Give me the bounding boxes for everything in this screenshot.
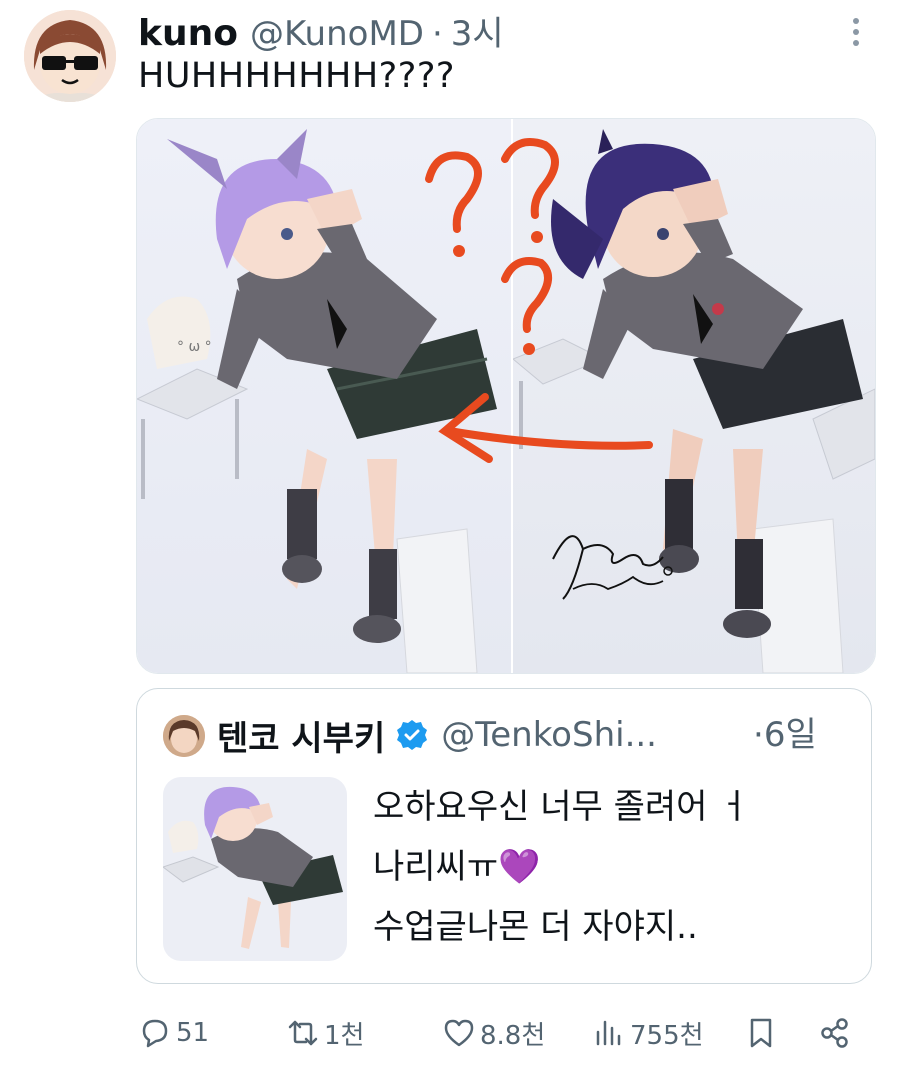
tweet-media[interactable]: ° ω ° — [136, 118, 876, 674]
quoted-tweet-header: 텐코 시부키 @TenkoShi... — [217, 711, 657, 759]
quoted-separator-dot: · — [753, 715, 764, 755]
quoted-text-line-1: 오하요우신 너무 졸려어 ㅓ — [373, 787, 750, 827]
quoted-text-line-2-text: 나리씨ㅠ — [373, 847, 499, 887]
reply-count: 51 — [176, 1018, 210, 1048]
views-button[interactable]: 755천 — [592, 1008, 704, 1058]
verified-badge-icon — [397, 720, 428, 750]
quoted-time-value: 6일 — [763, 715, 817, 755]
reply-button[interactable]: 51 — [138, 1008, 209, 1058]
media-image-right[interactable] — [513, 119, 875, 673]
quoted-handle[interactable]: @TenkoShi... — [441, 715, 657, 755]
quoted-display-name[interactable]: 텐코 시부키 — [217, 711, 385, 760]
share-icon — [821, 1018, 848, 1048]
author-display-name[interactable]: kuno — [138, 13, 238, 54]
share-button[interactable] — [818, 1008, 852, 1058]
anime-girl-illustration-right — [513, 119, 875, 673]
tweet-timestamp[interactable]: 3시 — [451, 6, 504, 55]
retweet-icon — [288, 1020, 318, 1046]
author-handle[interactable]: @KunoMD — [250, 14, 424, 54]
quoted-text-line-3: 수업긑나몬 더 자야지.. — [373, 907, 698, 947]
quoted-tweet[interactable]: 텐코 시부키 @TenkoShi... ·6일 오하요우신 너무 졸려어 ㅓ 나… — [136, 688, 872, 984]
more-vertical-icon[interactable] — [838, 14, 874, 50]
quoted-text-line-2: 나리씨ㅠ💜 — [373, 837, 853, 897]
media-image-left[interactable]: ° ω ° — [137, 119, 511, 673]
separator-dot: · — [431, 14, 443, 54]
sunglasses-avatar-icon — [24, 10, 116, 102]
like-count: 8.8천 — [480, 1020, 546, 1051]
like-button[interactable]: 8.8천 — [442, 1008, 545, 1058]
bookmark-button[interactable] — [744, 1008, 778, 1058]
retweet-count: 1천 — [324, 1020, 365, 1051]
tweet-header: kuno @KunoMD · 3시 — [138, 6, 504, 54]
purple-heart-emoji: 💜 — [498, 847, 541, 887]
quoted-timestamp[interactable]: ·6일 — [753, 711, 817, 759]
quoted-author-avatar[interactable] — [163, 715, 205, 757]
quoted-avatar-icon — [163, 715, 205, 757]
bookmark-icon — [750, 1018, 772, 1048]
quoted-media-thumbnail[interactable] — [163, 777, 347, 961]
views-bar-chart-icon — [596, 1020, 621, 1046]
quoted-tweet-text: 오하요우신 너무 졸려어 ㅓ 나리씨ㅠ💜 수업긑나몬 더 자야지.. — [373, 777, 853, 957]
author-avatar[interactable] — [24, 10, 116, 102]
tweet-action-bar: 51 1천 8.8천 755천 — [0, 1008, 900, 1058]
heart-icon — [444, 1019, 474, 1047]
views-count: 755천 — [630, 1020, 704, 1051]
retweet-button[interactable]: 1천 — [286, 1008, 364, 1058]
reply-icon — [142, 1019, 168, 1048]
anime-girl-thumbnail — [163, 777, 347, 961]
svg-text:° ω °: ° ω ° — [177, 339, 212, 355]
tweet-text: HUHHHHHHH???? — [138, 56, 455, 96]
anime-girl-illustration-left: ° ω ° — [137, 119, 511, 673]
